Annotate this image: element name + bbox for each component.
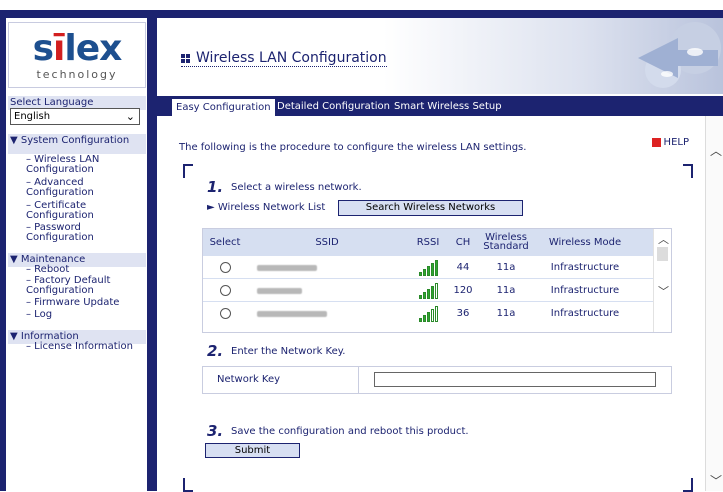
silex-logo: sīlex technology xyxy=(8,22,146,88)
help-link[interactable]: HELP xyxy=(651,137,689,148)
intro-text: The following is the procedure to config… xyxy=(179,142,527,153)
chevron-down-icon[interactable]: ﹀ xyxy=(710,472,722,489)
ssid-redacted xyxy=(257,310,327,317)
row-ch: 36 xyxy=(456,308,470,319)
row-mode: Infrastructure xyxy=(550,308,620,319)
page-header: Wireless LAN Configuration xyxy=(157,18,723,94)
language-select-value: English xyxy=(14,111,51,122)
sidebar-item-label: – Wireless LAN Configuration xyxy=(26,154,100,175)
search-networks-button[interactable]: Search Wireless Networks xyxy=(338,200,523,216)
sidebar-item-label: – Firmware Update xyxy=(26,297,120,308)
sidebar-item-wireless-lan[interactable]: – Wireless LAN Configuration xyxy=(8,154,146,175)
select-radio[interactable] xyxy=(219,308,231,319)
frame-corner xyxy=(183,164,193,178)
sidebar-item-reboot[interactable]: – Reboot xyxy=(8,265,146,275)
table-row[interactable]: 120 11a Infrastructure xyxy=(203,278,653,301)
network-key-input[interactable] xyxy=(374,372,656,387)
row-ch: 120 xyxy=(453,285,473,296)
row-standard: 11a xyxy=(496,262,516,273)
page-title: Wireless LAN Configuration xyxy=(181,50,387,67)
logo-subtitle: technology xyxy=(36,68,118,81)
header-rssi: RSSI xyxy=(416,236,440,248)
top-dark-bar xyxy=(0,10,723,18)
sidebar-item-label: – License Information xyxy=(26,341,133,352)
step-3-number: 3. xyxy=(207,422,224,440)
chevron-down-icon[interactable]: ﹀ xyxy=(658,283,669,299)
sidebar-item-license[interactable]: – License Information xyxy=(8,342,146,352)
language-select[interactable]: English ⌄ xyxy=(10,108,140,125)
signal-bars-icon xyxy=(418,259,438,276)
table-row[interactable]: 44 11a Infrastructure xyxy=(203,255,653,278)
grid-icon xyxy=(181,53,190,63)
network-key-row: Network Key xyxy=(202,366,672,394)
sidebar-section-system[interactable]: ▼ System Configuration xyxy=(8,134,146,154)
frame-corner xyxy=(683,164,693,178)
content-area: The following is the procedure to config… xyxy=(157,116,723,492)
sidebar-item-certificate[interactable]: – Certificate Configuration xyxy=(8,200,146,221)
step-1-text: Select a wireless network. xyxy=(231,182,362,193)
sidebar-item-factory-default[interactable]: – Factory Default Configuration xyxy=(8,275,146,296)
sidebar-item-label: – Advanced Configuration xyxy=(26,177,94,198)
chevron-up-icon[interactable]: ︿ xyxy=(658,231,669,247)
tab-detailed-configuration[interactable]: Detailed Configuration xyxy=(273,98,394,116)
step-3-text: Save the configuration and reboot this p… xyxy=(231,426,469,437)
step-2-text: Enter the Network Key. xyxy=(231,346,346,357)
browser-page: sīlex technology Select Language English… xyxy=(0,0,723,492)
step-2-number: 2. xyxy=(207,342,224,360)
signal-bars-icon xyxy=(418,305,438,322)
help-label: HELP xyxy=(663,137,689,148)
sidebar-item-advanced[interactable]: – Advanced Configuration xyxy=(8,177,146,198)
tab-smart-wireless-setup[interactable]: Smart Wireless Setup xyxy=(390,98,506,116)
select-radio[interactable] xyxy=(219,262,231,273)
select-radio[interactable] xyxy=(219,285,231,296)
frame-corner xyxy=(683,478,693,492)
network-list-label: ► Wireless Network List xyxy=(207,202,325,213)
network-list-label-text: Wireless Network List xyxy=(217,202,326,213)
row-standard: 11a xyxy=(496,285,516,296)
page-title-text: Wireless LAN Configuration xyxy=(196,50,387,66)
ssid-redacted xyxy=(257,287,302,294)
row-standard: 11a xyxy=(496,308,516,319)
header-ssid: SSID xyxy=(315,236,339,248)
header-mode: Wireless Mode xyxy=(548,236,622,248)
chevron-down-icon: ⌄ xyxy=(125,110,135,123)
main-panel: Wireless LAN Configuration Easy Configur… xyxy=(157,18,723,492)
sidebar-item-label: – Factory Default Configuration xyxy=(26,275,111,296)
row-ch: 44 xyxy=(456,262,470,273)
chevron-up-icon[interactable]: ︿ xyxy=(710,142,722,159)
sidebar-item-label: – Password Configuration xyxy=(26,222,94,243)
row-mode: Infrastructure xyxy=(550,262,620,273)
arrows-decoration-icon xyxy=(638,22,721,88)
scroll-thumb[interactable] xyxy=(657,247,668,261)
sidebar-item-password[interactable]: – Password Configuration xyxy=(8,222,146,243)
step-1-number: 1. xyxy=(207,178,224,196)
table-header: Select SSID RSSI CH Wireless Standard Wi… xyxy=(203,229,653,255)
network-key-label: Network Key xyxy=(203,367,359,393)
frame-corner xyxy=(183,478,193,492)
row-mode: Infrastructure xyxy=(550,285,620,296)
ssid-redacted xyxy=(257,264,317,271)
triangle-right-icon: ► xyxy=(207,202,218,213)
signal-bars-icon xyxy=(418,282,438,299)
table-scrollbar[interactable]: ︿ ﹀ xyxy=(653,229,671,332)
sidebar-item-label: – Reboot xyxy=(26,264,70,275)
top-strip xyxy=(0,0,723,10)
sidebar-item-firmware-update[interactable]: – Firmware Update xyxy=(8,298,146,308)
tab-easy-configuration[interactable]: Easy Configuration xyxy=(171,98,276,116)
table-row[interactable]: 36 11a Infrastructure xyxy=(203,301,653,324)
sidebar-item-log[interactable]: – Log xyxy=(8,310,146,320)
header-standard: Wireless Standard xyxy=(483,232,529,252)
header-ch: CH xyxy=(455,236,471,248)
help-icon xyxy=(651,137,661,147)
submit-button[interactable]: Submit xyxy=(205,443,300,458)
sidebar-separator xyxy=(148,18,157,491)
header-select: Select xyxy=(209,236,241,248)
network-table: Select SSID RSSI CH Wireless Standard Wi… xyxy=(202,228,672,333)
sidebar-item-label: – Log xyxy=(26,309,53,320)
page-scrollbar[interactable]: ︿ ﹀ xyxy=(705,116,723,491)
logo-brand: sīlex xyxy=(32,28,123,69)
sidebar-item-label: – Certificate Configuration xyxy=(26,200,94,221)
tab-bar: Easy Configuration Detailed Configuratio… xyxy=(157,96,723,116)
